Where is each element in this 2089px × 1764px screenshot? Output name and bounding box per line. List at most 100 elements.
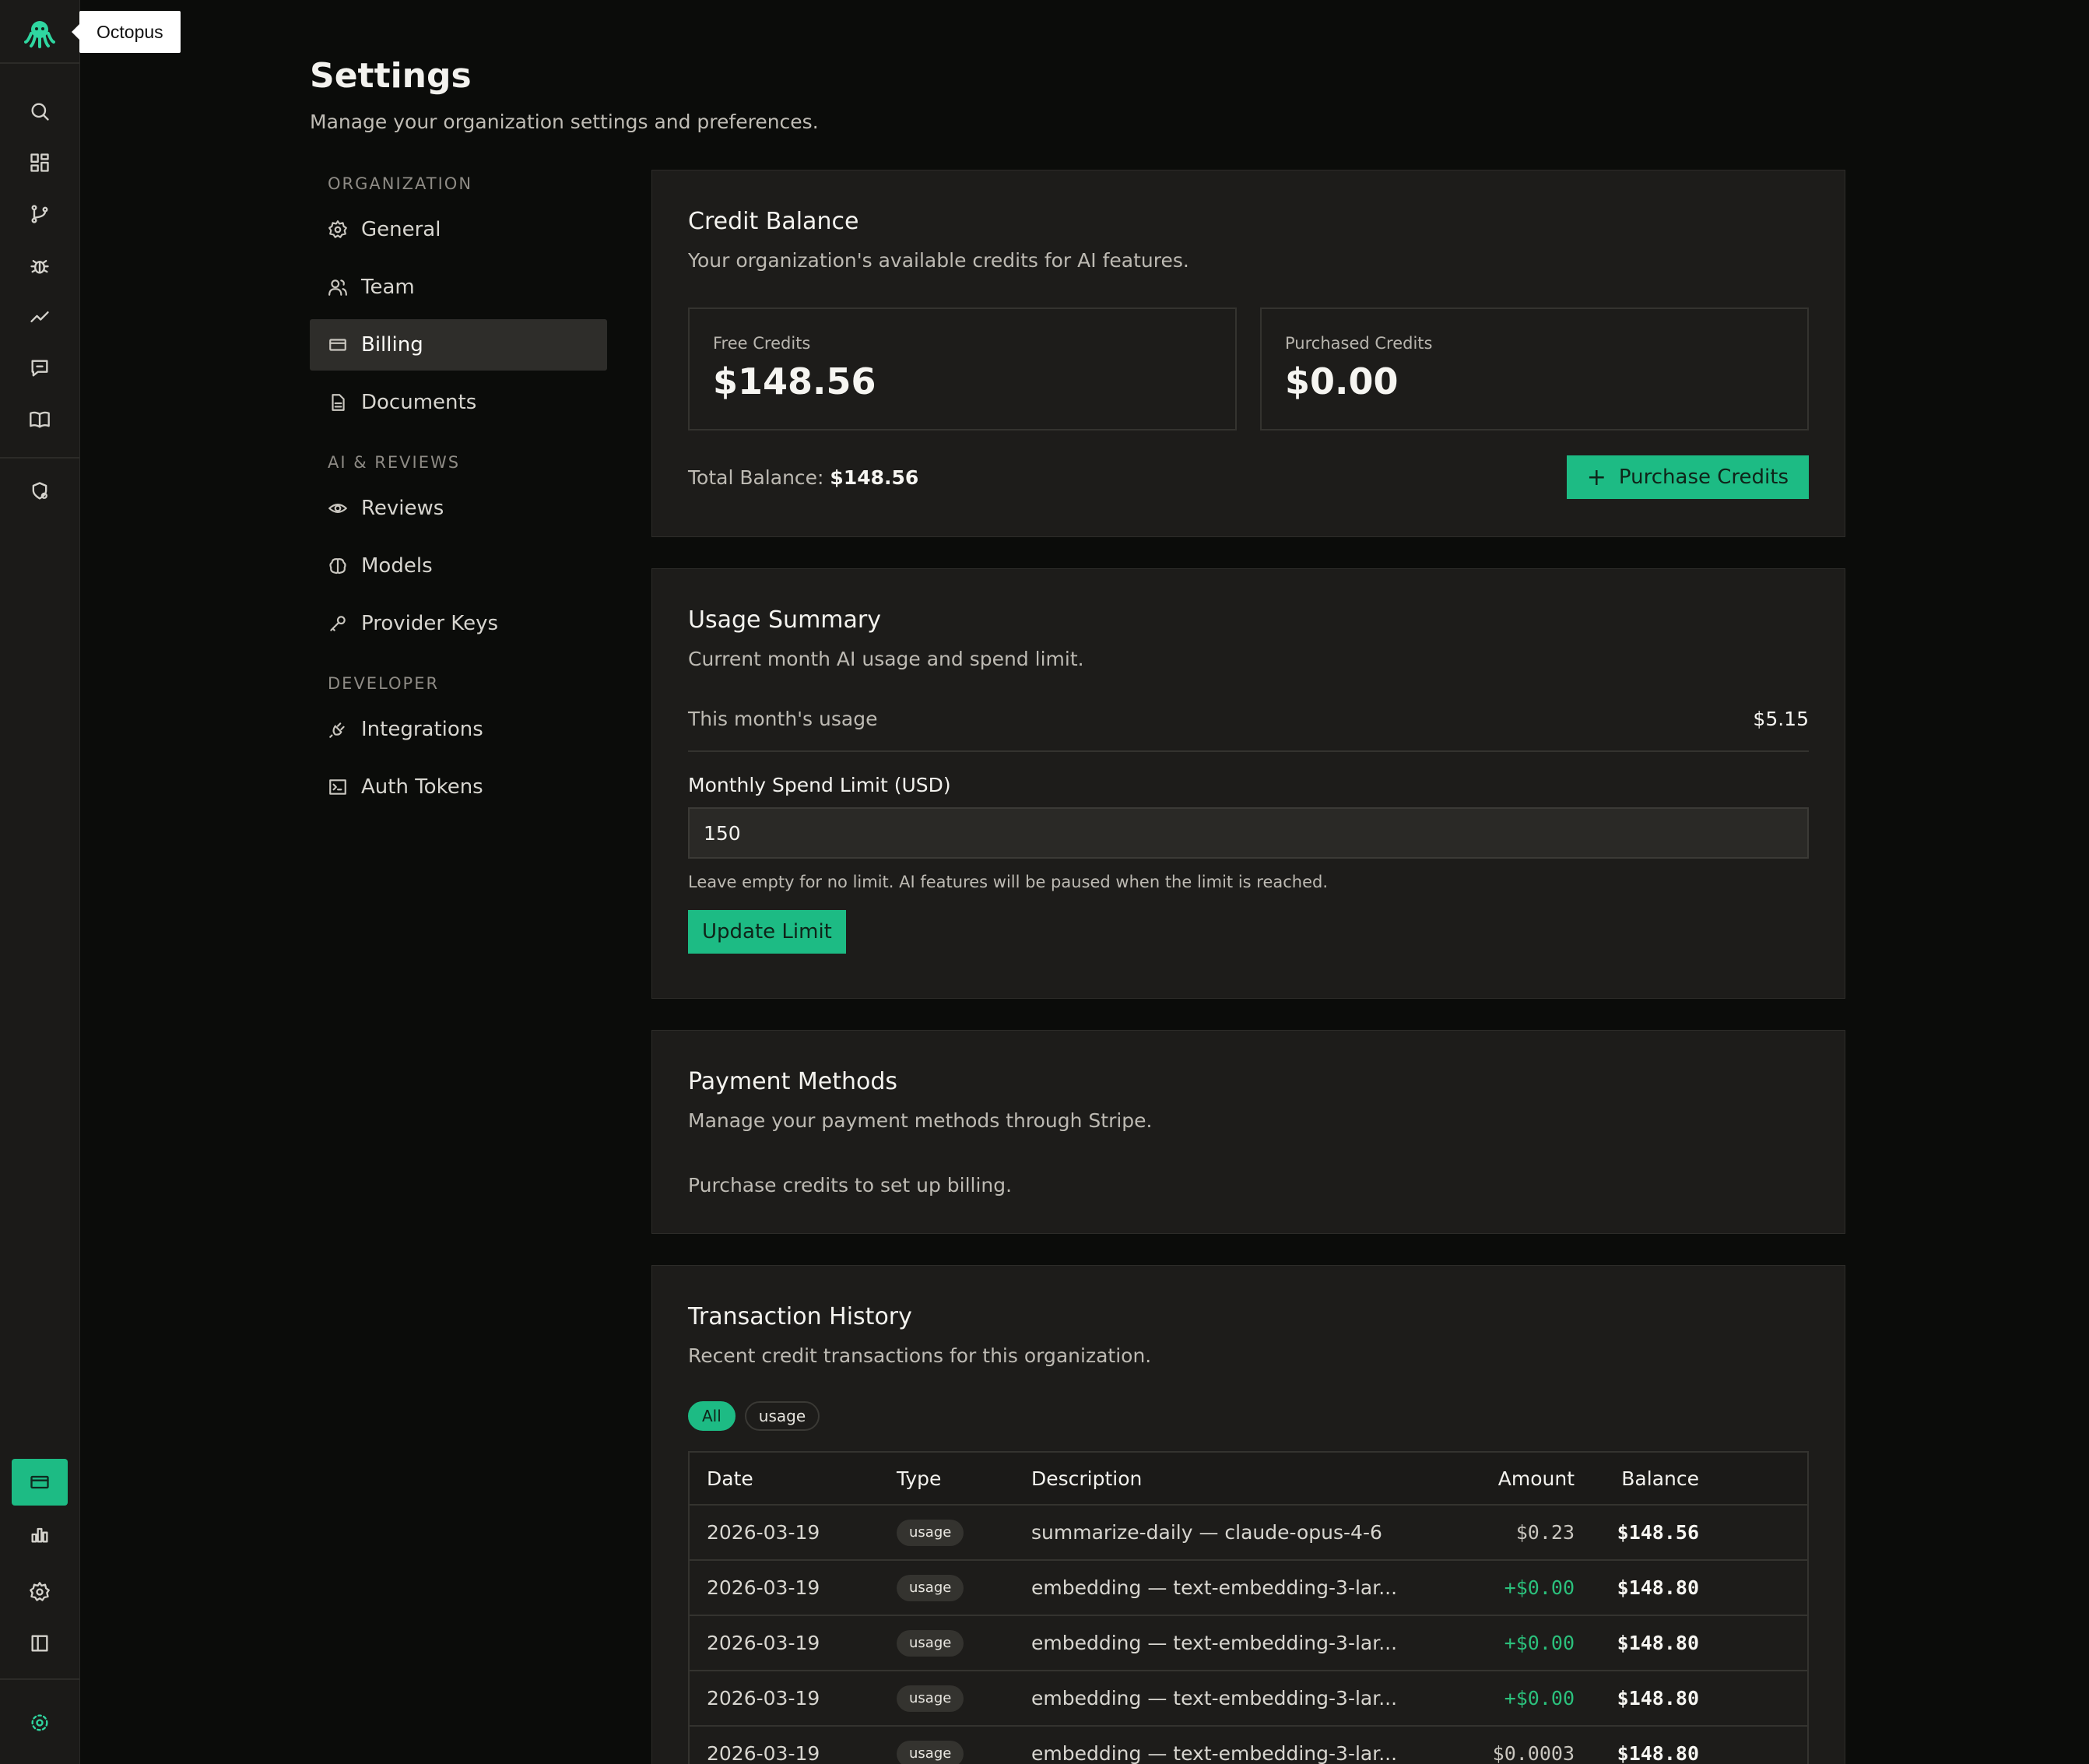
purchase-credits-label: Purchase Credits bbox=[1618, 466, 1789, 489]
nav-item-label: Documents bbox=[361, 391, 477, 414]
git-branch-icon[interactable] bbox=[20, 195, 59, 234]
nav-item-label: General bbox=[361, 218, 441, 241]
key-icon bbox=[330, 616, 346, 631]
cell-amount: $0.23 bbox=[1436, 1505, 1592, 1561]
settings-nav: ORGANIZATION General Team Billing Docume… bbox=[310, 170, 607, 819]
nav-item-integrations[interactable]: Integrations bbox=[310, 704, 607, 755]
cell-date: 2026-03-19 bbox=[689, 1726, 879, 1764]
total-balance-value: $148.56 bbox=[830, 466, 919, 489]
card-description: Current month AI usage and spend limit. bbox=[688, 648, 1084, 670]
monthly-usage-label: This month's usage bbox=[688, 708, 878, 730]
cell-amount: +$0.00 bbox=[1436, 1615, 1592, 1671]
cell-amount: +$0.00 bbox=[1436, 1671, 1592, 1727]
nav-item-label: Models bbox=[361, 554, 433, 578]
column-header-spacer bbox=[1716, 1452, 1808, 1506]
spend-limit-label: Monthly Spend Limit (USD) bbox=[688, 774, 951, 796]
sidebar-panel-icon[interactable] bbox=[20, 1624, 59, 1663]
table-row[interactable]: 2026-03-19 usage embedding — text-embedd… bbox=[689, 1726, 1808, 1764]
cell-type: usage bbox=[879, 1505, 1014, 1561]
document-icon bbox=[332, 394, 345, 411]
users-icon bbox=[328, 279, 347, 296]
search-icon[interactable] bbox=[20, 92, 59, 131]
nav-item-models[interactable]: Models bbox=[310, 540, 607, 592]
nav-item-reviews[interactable]: Reviews bbox=[310, 483, 607, 534]
type-badge: usage bbox=[897, 1629, 964, 1657]
cell-type: usage bbox=[879, 1671, 1014, 1727]
table-row[interactable]: 2026-03-19 usage summarize-daily — claud… bbox=[689, 1505, 1808, 1561]
credit-card-icon bbox=[329, 339, 346, 351]
dashboard-icon[interactable] bbox=[20, 143, 59, 182]
cell-balance: $148.80 bbox=[1592, 1615, 1716, 1671]
filter-chip-all[interactable]: All bbox=[688, 1401, 736, 1431]
shield-gear-icon[interactable] bbox=[20, 472, 59, 511]
octopus-logo-icon[interactable] bbox=[19, 14, 61, 53]
table-row[interactable]: 2026-03-19 usage embedding — text-embedd… bbox=[689, 1671, 1808, 1727]
column-header-amount[interactable]: Amount bbox=[1436, 1452, 1592, 1506]
eye-icon bbox=[328, 504, 347, 513]
billing-card-icon[interactable] bbox=[12, 1459, 68, 1506]
table-row[interactable]: 2026-03-19 usage embedding — text-embedd… bbox=[689, 1560, 1808, 1616]
column-header-description[interactable]: Description bbox=[1014, 1452, 1436, 1506]
nav-section-ai-reviews: AI & REVIEWS bbox=[328, 453, 461, 472]
book-icon[interactable] bbox=[20, 400, 59, 439]
type-badge: usage bbox=[897, 1685, 964, 1712]
bar-chart-icon[interactable] bbox=[20, 1515, 59, 1554]
cell-description: embedding — text-embedding-3-lar... bbox=[1014, 1726, 1436, 1764]
column-header-date[interactable]: Date bbox=[689, 1452, 879, 1506]
nav-item-provider-keys[interactable]: Provider Keys bbox=[310, 598, 607, 649]
org-badge-icon[interactable] bbox=[20, 1703, 59, 1742]
transaction-history-card: Transaction History Recent credit transa… bbox=[651, 1265, 1845, 1764]
nav-section-developer: DEVELOPER bbox=[328, 674, 440, 693]
cell-balance: $148.80 bbox=[1592, 1671, 1716, 1727]
bug-icon[interactable] bbox=[20, 246, 59, 285]
type-badge: usage bbox=[897, 1574, 964, 1601]
nav-item-team[interactable]: Team bbox=[310, 262, 607, 313]
nav-item-label: Reviews bbox=[361, 497, 444, 520]
nav-item-label: Integrations bbox=[361, 718, 483, 741]
type-badge: usage bbox=[897, 1519, 964, 1546]
page-title: Settings bbox=[310, 56, 472, 96]
page-subtitle: Manage your organization settings and pr… bbox=[310, 111, 819, 133]
card-title: Transaction History bbox=[688, 1303, 912, 1330]
trend-icon[interactable] bbox=[20, 297, 59, 336]
cell-spacer bbox=[1716, 1615, 1808, 1671]
nav-item-auth-tokens[interactable]: Auth Tokens bbox=[310, 761, 607, 813]
column-header-balance[interactable]: Balance bbox=[1592, 1452, 1716, 1506]
nav-item-general[interactable]: General bbox=[310, 204, 607, 255]
free-credits-box: Free Credits $148.56 bbox=[688, 307, 1237, 430]
spend-limit-input[interactable]: 150 bbox=[688, 807, 1809, 859]
card-title: Payment Methods bbox=[688, 1068, 898, 1095]
nav-item-documents[interactable]: Documents bbox=[310, 377, 607, 428]
card-description: Recent credit transactions for this orga… bbox=[688, 1344, 1152, 1367]
free-credits-label: Free Credits bbox=[713, 334, 811, 353]
type-badge: usage bbox=[897, 1740, 964, 1764]
payment-note: Purchase credits to set up billing. bbox=[688, 1174, 1013, 1196]
purchased-credits-box: Purchased Credits $0.00 bbox=[1260, 307, 1809, 430]
cell-description: embedding — text-embedding-3-lar... bbox=[1014, 1560, 1436, 1616]
cell-balance: $148.80 bbox=[1592, 1560, 1716, 1616]
filter-chip-usage[interactable]: usage bbox=[744, 1401, 820, 1431]
cell-type: usage bbox=[879, 1726, 1014, 1764]
brain-icon bbox=[329, 558, 346, 575]
column-header-type[interactable]: Type bbox=[879, 1452, 1014, 1506]
table-row[interactable]: 2026-03-19 usage embedding — text-embedd… bbox=[689, 1615, 1808, 1671]
nav-item-billing[interactable]: Billing bbox=[310, 319, 607, 371]
purchase-credits-button[interactable]: + Purchase Credits bbox=[1566, 455, 1809, 499]
chat-icon[interactable] bbox=[20, 349, 59, 388]
cell-date: 2026-03-19 bbox=[689, 1615, 879, 1671]
icon-rail bbox=[0, 0, 80, 1764]
update-limit-button[interactable]: Update Limit bbox=[688, 910, 846, 954]
total-balance-label: Total Balance: bbox=[688, 466, 824, 489]
cell-type: usage bbox=[879, 1560, 1014, 1616]
gear-icon[interactable] bbox=[20, 1572, 59, 1611]
nav-item-label: Provider Keys bbox=[361, 612, 498, 635]
table-header-row: Date Type Description Amount Balance bbox=[689, 1452, 1808, 1506]
monthly-usage-value: $5.15 bbox=[1753, 708, 1809, 730]
gear-icon bbox=[328, 220, 347, 238]
card-description: Manage your payment methods through Stri… bbox=[688, 1109, 1153, 1132]
purchased-credits-label: Purchased Credits bbox=[1285, 334, 1433, 353]
nav-section-organization: ORGANIZATION bbox=[328, 174, 473, 193]
cell-description: embedding — text-embedding-3-lar... bbox=[1014, 1671, 1436, 1727]
card-title: Usage Summary bbox=[688, 606, 881, 634]
plus-icon: + bbox=[1586, 463, 1606, 491]
